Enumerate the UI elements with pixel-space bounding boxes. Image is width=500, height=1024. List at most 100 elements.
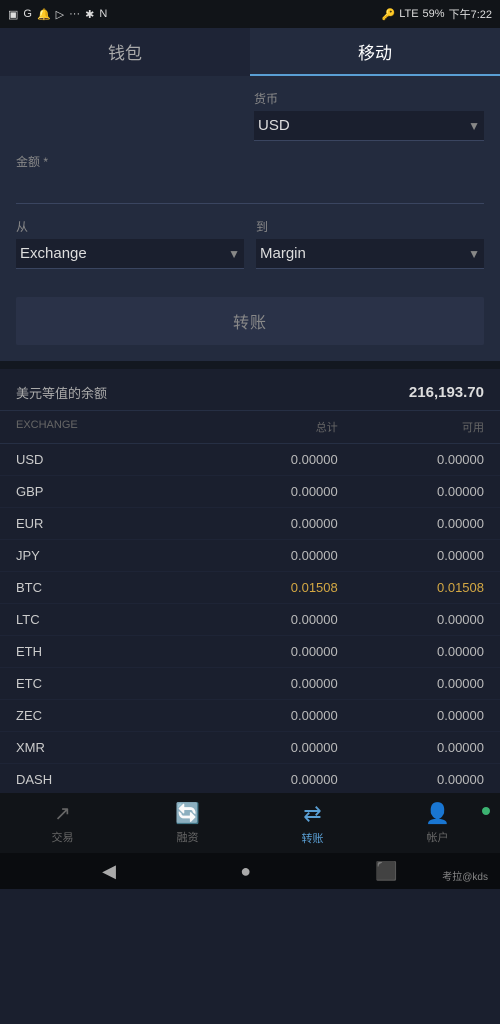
row-total-dash: 0.00000 (192, 772, 338, 787)
android-bar: ◀ ● ⬛ 考拉@kds (0, 853, 500, 889)
nav-item-transfer[interactable]: ⇄ 转账 (250, 801, 375, 846)
bottom-nav: ↗ 交易 🔄 融资 ⇄ 转账 👤 帐户 (0, 793, 500, 853)
balance-table: EXCHANGE 总计 可用 USD 0.00000 0.00000 GBP 0… (0, 411, 500, 828)
row-name-etc: ETC (16, 676, 192, 691)
row-name-jpy: JPY (16, 548, 192, 563)
watermark: 考拉@kds (442, 868, 488, 883)
table-row: DASH 0.00000 0.00000 (0, 764, 500, 796)
row-name-zec: ZEC (16, 708, 192, 723)
row-total-xmr: 0.00000 (192, 740, 338, 755)
status-bar: ▣ G 🔔 ▷ ··· ✱ N 🔑 LTE 59% 下午7:22 (0, 0, 500, 28)
row-name-dash: DASH (16, 772, 192, 787)
table-row: ETH 0.00000 0.00000 (0, 636, 500, 668)
table-row: EUR 0.00000 0.00000 (0, 508, 500, 540)
fund-icon: 🔄 (175, 801, 200, 826)
row-name-eur: EUR (16, 516, 192, 531)
icon-play: ▷ (56, 8, 64, 21)
android-home-btn[interactable]: ● (240, 861, 251, 882)
status-right-icons: 🔑 LTE 59% 下午7:22 (381, 6, 492, 22)
icon-battery: 59% (423, 8, 445, 20)
row-available-xmr: 0.00000 (338, 740, 484, 755)
row-available-eur: 0.00000 (338, 516, 484, 531)
to-select[interactable]: Margin ▼ (256, 239, 484, 269)
col-header-available: 可用 (338, 419, 484, 435)
row-name-usd: USD (16, 452, 192, 467)
table-row: ZEC 0.00000 0.00000 (0, 700, 500, 732)
currency-arrow-icon: ▼ (468, 119, 480, 133)
row-name-eth: ETH (16, 644, 192, 659)
from-label: 从 (16, 218, 244, 235)
balance-value: 216,193.70 (409, 384, 484, 401)
balance-section: 美元等值的余额 216,193.70 (0, 369, 500, 411)
transfer-button[interactable]: 转账 (16, 297, 484, 345)
row-name-xmr: XMR (16, 740, 192, 755)
android-recent-btn[interactable]: ⬛ (375, 861, 397, 882)
nav-item-account[interactable]: 👤 帐户 (375, 801, 500, 845)
table-row: BTC 0.01508 0.01508 (0, 572, 500, 604)
from-arrow-icon: ▼ (228, 247, 240, 261)
tab-transfer[interactable]: 移动 (250, 28, 500, 76)
nav-label-fund: 融资 (177, 829, 199, 845)
row-total-etc: 0.00000 (192, 676, 338, 691)
row-total-usd: 0.00000 (192, 452, 338, 467)
from-value: Exchange (20, 245, 87, 262)
row-available-etc: 0.00000 (338, 676, 484, 691)
row-available-gbp: 0.00000 (338, 484, 484, 499)
row-total-btc: 0.01508 (192, 580, 338, 595)
row-available-zec: 0.00000 (338, 708, 484, 723)
row-available-btc: 0.01508 (338, 580, 484, 595)
to-arrow-icon: ▼ (468, 247, 480, 261)
table-row: ETC 0.00000 0.00000 (0, 668, 500, 700)
account-online-dot (482, 807, 490, 815)
balance-label: 美元等值的余额 (16, 383, 107, 402)
row-total-gbp: 0.00000 (192, 484, 338, 499)
nav-label-trade: 交易 (52, 829, 74, 845)
account-icon: 👤 (425, 801, 450, 826)
table-body: USD 0.00000 0.00000 GBP 0.00000 0.00000 … (0, 444, 500, 828)
row-total-jpy: 0.00000 (192, 548, 338, 563)
row-available-ltc: 0.00000 (338, 612, 484, 627)
table-header: EXCHANGE 总计 可用 (0, 411, 500, 444)
amount-input[interactable] (16, 174, 484, 204)
nav-item-trade[interactable]: ↗ 交易 (0, 801, 125, 845)
table-row: XMR 0.00000 0.00000 (0, 732, 500, 764)
col-header-total: 总计 (192, 419, 338, 435)
icon-lte: LTE (399, 8, 418, 20)
row-name-btc: BTC (16, 580, 192, 595)
icon-bell: 🔔 (37, 8, 51, 21)
status-time: 下午7:22 (449, 6, 492, 22)
row-available-usd: 0.00000 (338, 452, 484, 467)
trade-icon: ↗ (54, 801, 71, 826)
currency-value: USD (258, 117, 290, 134)
row-available-eth: 0.00000 (338, 644, 484, 659)
from-select[interactable]: Exchange ▼ (16, 239, 244, 269)
table-row: USD 0.00000 0.00000 (0, 444, 500, 476)
transfer-btn-area: 转账 (0, 287, 500, 361)
icon-nfc: N (99, 8, 107, 20)
col-header-section: EXCHANGE (16, 419, 192, 435)
table-row: JPY 0.00000 0.00000 (0, 540, 500, 572)
row-name-ltc: LTC (16, 612, 192, 627)
icon-dots: ··· (69, 8, 80, 20)
currency-label: 货币 (254, 90, 484, 107)
row-total-eur: 0.00000 (192, 516, 338, 531)
currency-select[interactable]: USD ▼ (254, 111, 484, 141)
separator (0, 361, 500, 369)
row-name-gbp: GBP (16, 484, 192, 499)
icon-g: G (23, 8, 32, 20)
to-label: 到 (256, 218, 484, 235)
android-back-btn[interactable]: ◀ (102, 861, 116, 882)
icon-key: 🔑 (381, 8, 395, 21)
status-left-icons: ▣ G 🔔 ▷ ··· ✱ N (8, 8, 107, 21)
row-total-zec: 0.00000 (192, 708, 338, 723)
nav-label-account: 帐户 (427, 829, 449, 845)
balance-table-scroll[interactable]: EXCHANGE 总计 可用 USD 0.00000 0.00000 GBP 0… (0, 411, 500, 1024)
tab-wallet[interactable]: 钱包 (0, 28, 250, 76)
row-total-ltc: 0.00000 (192, 612, 338, 627)
transfer-icon: ⇄ (303, 801, 321, 827)
nav-label-transfer: 转账 (302, 830, 324, 846)
nav-item-fund[interactable]: 🔄 融资 (125, 801, 250, 845)
icon-bluetooth: ✱ (85, 8, 94, 21)
row-available-dash: 0.00000 (338, 772, 484, 787)
row-available-jpy: 0.00000 (338, 548, 484, 563)
